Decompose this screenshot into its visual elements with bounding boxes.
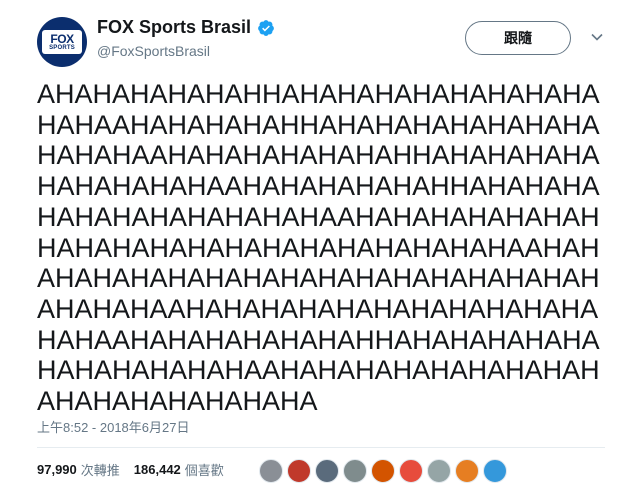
divider: [37, 447, 605, 448]
retweets-label: 次轉推: [80, 463, 120, 478]
tweet-timestamp[interactable]: 上午8:52 - 2018年6月27日: [37, 417, 189, 436]
liker-avatar-5[interactable]: [371, 459, 395, 483]
liker-avatar-3[interactable]: [315, 459, 339, 483]
follow-button[interactable]: 跟隨: [465, 21, 571, 55]
tweet-text: AHAHAHAHAHAHHAHAHAHAHAHAHAHAHAHAHAAHAHAH…: [37, 79, 600, 417]
chevron-down-icon[interactable]: [590, 30, 604, 44]
logo-text-sports: SPORTS: [49, 45, 75, 51]
account-handle[interactable]: @FoxSportsBrasil: [97, 43, 210, 59]
tweet-stats: 97,990 次轉推 186,442 個喜歡: [37, 460, 238, 479]
liker-avatar-1[interactable]: [259, 459, 283, 483]
logo-text-fox: FOX: [50, 32, 74, 46]
tweet-header: FOX SPORTS FOX Sports Brasil @FoxSportsB…: [0, 0, 640, 80]
retweets-stat[interactable]: 97,990 次轉推: [37, 460, 120, 479]
name-row: FOX Sports Brasil: [97, 17, 275, 38]
liker-avatars: [259, 459, 511, 483]
liker-avatar-8[interactable]: [455, 459, 479, 483]
liker-avatar-6[interactable]: [399, 459, 423, 483]
fox-sports-logo: FOX SPORTS: [42, 30, 82, 54]
likes-count: 186,442: [133, 462, 181, 477]
liker-avatar-7[interactable]: [427, 459, 451, 483]
likes-stat[interactable]: 186,442 個喜歡: [134, 460, 224, 479]
retweets-count: 97,990: [37, 462, 77, 477]
liker-avatar-2[interactable]: [287, 459, 311, 483]
liker-avatar-4[interactable]: [343, 459, 367, 483]
liker-avatar-9[interactable]: [483, 459, 507, 483]
account-avatar[interactable]: FOX SPORTS: [37, 17, 87, 67]
verified-badge-icon: [258, 19, 274, 36]
likes-label: 個喜歡: [184, 463, 224, 478]
display-name[interactable]: FOX Sports Brasil: [97, 17, 251, 38]
